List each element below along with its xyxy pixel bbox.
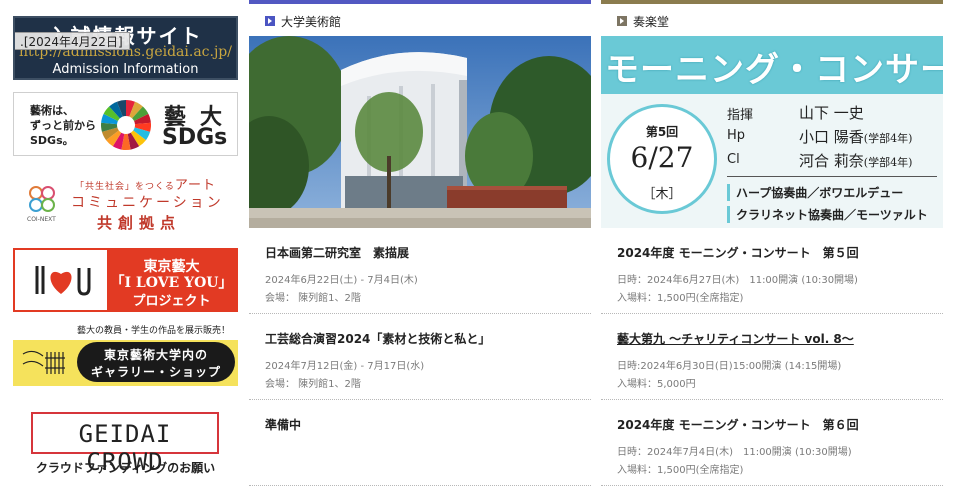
poster-weekday: ［木］ <box>642 187 682 202</box>
performer-name: 河合 莉奈(学部4年) <box>799 150 912 171</box>
geidai-crowd-banner[interactable]: GEIDAI CROWD クラウドファンディングのお願い <box>13 404 238 480</box>
list-item[interactable]: 工芸総合演習2024「素材と技術と私と」 2024年7月12日(金) - 7月1… <box>249 314 591 400</box>
event-place: 入場料：1,500円(全席指定) <box>617 293 744 304</box>
gallery-shop-top-text: 藝大の教員・学生の作品を展示販売！ <box>13 322 238 340</box>
hall-accent-bar <box>601 0 943 4</box>
museum-accent-bar <box>249 0 591 4</box>
admission-banner[interactable]: 入試情報サイト http://admissions.geidai.ac.jp/ … <box>13 16 238 80</box>
poster-body: 第5回 6/27 ［木］ 指揮 山下 一史 Hp 小口 陽香(学部4年) Cl … <box>601 94 943 228</box>
event-title-link[interactable]: 藝大第九 〜チャリティコンサート vol. 8〜 <box>617 330 854 347</box>
performer-name-text: 山下 一史 <box>799 104 864 122</box>
event-place: 会場： 陳列館1、2階 <box>265 293 361 304</box>
gallery-logo-icon <box>22 350 65 374</box>
hall-heading[interactable]: 奏楽堂 <box>617 14 670 29</box>
performer-row: Hp 小口 陽香(学部4年) <box>727 124 941 148</box>
poster-title-band: モーニング・コンサート <box>601 36 943 94</box>
poster-program-item: クラリネット協奏曲／モーツァルト <box>727 206 928 223</box>
event-title[interactable]: 準備中 <box>265 416 301 433</box>
event-date: 日時：2024年6月27日(木) 11:00開演 (10:30開場) <box>617 275 858 286</box>
coi-line-3: 共創拠点 <box>97 214 182 232</box>
event-place: 入場料：5,000円 <box>617 379 696 390</box>
concert-poster[interactable]: モーニング・コンサート 第5回 6/27 ［木］ 指揮 山下 一史 Hp 小口 … <box>601 36 943 228</box>
performer-note: (学部4年) <box>863 156 913 169</box>
i-love-you-banner[interactable]: 東京藝大 「I LOVE YOU」 プロジェクト <box>13 248 238 312</box>
museum-building-photo[interactable] <box>249 36 591 228</box>
gallery-shop-label: 東京藝術大学内の ギャラリー・ショップ <box>77 342 235 382</box>
poster-number: 第5回 <box>645 125 679 139</box>
performer-row: Cl 河合 莉奈(学部4年) <box>727 148 941 172</box>
coi-line-1-small: 「共生社会」をつくる <box>75 182 175 192</box>
event-title[interactable]: 2024年度 モーニング・コンサート 第６回 <box>617 416 859 433</box>
performer-role: Hp <box>727 128 746 143</box>
gallery-shop-line-1: 東京藝術大学内の <box>103 348 208 362</box>
sdgs-tagline: 藝術は、 ずっと前から SDGs。 <box>30 103 96 148</box>
museum-heading[interactable]: 大学美術館 <box>265 14 342 29</box>
performer-row: 指揮 山下 一史 <box>727 100 941 124</box>
list-item[interactable]: 藝大第九 〜チャリティコンサート vol. 8〜 日時:2024年6月30日(日… <box>601 314 943 400</box>
performer-role: 指揮 <box>727 108 754 123</box>
event-place: 入場料：1,500円(全席指定) <box>617 465 744 476</box>
i-love-you-line-3: プロジェクト <box>132 294 211 309</box>
arrow-right-icon <box>617 16 627 26</box>
sdgs-tagline-line: ずっと前から <box>30 119 96 132</box>
i-love-you-line-2: 「I LOVE YOU」 <box>110 275 233 291</box>
geidai-crowd-subtitle: クラウドファンディングのお願い <box>35 461 216 475</box>
coi-line-1: 「共生社会」をつくるアート <box>75 174 216 193</box>
performer-name: 山下 一史 <box>799 102 864 123</box>
gallery-shop-line-2: ギャラリー・ショップ <box>90 365 221 379</box>
i-love-you-logo-area <box>15 250 107 310</box>
admission-subtitle: Admission Information <box>52 62 199 77</box>
sdgs-banner[interactable]: 藝術は、 ずっと前から SDGs。 藝大 SDGs <box>13 92 238 156</box>
coi-line-1-main: アート <box>174 178 217 193</box>
event-title[interactable]: 2024年度 モーニング・コンサート 第５回 <box>617 244 859 261</box>
gallery-shop-banner[interactable]: 藝大の教員・学生の作品を展示販売！ 東京藝術大学内の ギャラリー・ショップ <box>13 322 238 386</box>
list-item[interactable]: 2024年度 モーニング・コンサート 第５回 日時：2024年6月27日(木) … <box>601 228 943 314</box>
performer-name-text: 小口 陽香 <box>799 128 864 146</box>
coi-next-logo-icon <box>29 186 55 212</box>
list-item[interactable]: 日本画第二研究室 素描展 2024年6月22日(土) - 7月4日(木) 会場：… <box>249 228 591 314</box>
list-item[interactable]: 2024年度 モーニング・コンサート 第６回 日時：2024年7月4日(木) 1… <box>601 400 943 486</box>
sdgs-tagline-line: 藝術は、 <box>30 104 74 117</box>
poster-date-circle: 第5回 6/27 ［木］ <box>607 104 717 214</box>
heart-icon <box>35 266 91 296</box>
coi-next-caption: COI-NEXT <box>27 216 56 223</box>
poster-title: モーニング・コンサート <box>605 50 943 90</box>
list-item[interactable]: 準備中 <box>249 400 591 486</box>
i-love-you-text-area: 東京藝大 「I LOVE YOU」 プロジェクト <box>107 250 236 310</box>
sidebar-banners: 入試情報サイト http://admissions.geidai.ac.jp/ … <box>0 0 248 488</box>
hall-venue-name: 奏楽堂 <box>633 14 670 29</box>
performer-name: 小口 陽香(学部4年) <box>799 126 912 147</box>
poster-program-item: ハープ協奏曲／ボワエルデュー <box>727 184 903 201</box>
performer-name-text: 河合 莉奈 <box>799 152 864 170</box>
sdgs-wheel-icon <box>101 100 151 150</box>
poster-divider <box>727 176 937 177</box>
event-title[interactable]: 工芸総合演習2024「素材と技術と私と」 <box>265 330 490 347</box>
event-title[interactable]: 日本画第二研究室 素描展 <box>265 244 409 261</box>
concert-hall-column: 奏楽堂 モーニング・コンサート 第5回 6/27 ［木］ 指揮 山下 一史 Hp… <box>601 0 943 488</box>
event-place: 会場： 陳列館1、2階 <box>265 379 361 390</box>
event-date: 2024年6月22日(土) - 7月4日(木) <box>265 275 418 286</box>
museum-venue-name: 大学美術館 <box>281 14 342 29</box>
event-date: 日時:2024年6月30日(日)15:00開演 (14:15開場) <box>617 361 842 372</box>
poster-performers: 指揮 山下 一史 Hp 小口 陽香(学部4年) Cl 河合 莉奈(学部4年) <box>727 100 941 172</box>
geidai-crowd-logo: GEIDAI CROWD <box>31 412 219 476</box>
event-date: 日時：2024年7月4日(木) 11:00開演 (10:30開場) <box>617 447 852 458</box>
arrow-right-icon <box>265 16 275 26</box>
sdgs-word: SDGs <box>162 125 228 150</box>
poster-date: 6/27 <box>630 141 694 174</box>
performer-role: Cl <box>727 152 740 167</box>
date-tooltip: .[2024年4月22日] <box>15 32 130 50</box>
performer-note: (学部4年) <box>863 132 913 145</box>
sdgs-tagline-line: SDGs。 <box>30 134 74 147</box>
event-date: 2024年7月12日(金) - 7月17日(水) <box>265 361 425 372</box>
museum-column: 大学美術館 日本画第二研究室 素描展 2024年6月22日(土) - 7月4日(… <box>249 0 591 488</box>
coi-next-banner[interactable]: COI-NEXT 「共生社会」をつくるアート コミュニケーション 共創拠点 <box>13 166 238 236</box>
coi-line-2: コミュニケーション <box>71 195 224 211</box>
